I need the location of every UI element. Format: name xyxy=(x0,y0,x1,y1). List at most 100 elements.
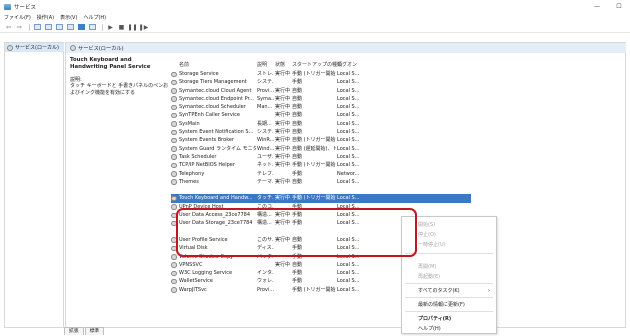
menu-action[interactable]: 操作(A) xyxy=(37,14,54,21)
cell-startup-type: 自動 xyxy=(292,178,303,185)
cell-logon: Local S... xyxy=(337,129,360,136)
column-header-startup-type[interactable]: スタートアップの種類 xyxy=(292,61,342,68)
cell-startup-type: 手動 (トリガー開始) xyxy=(292,286,336,293)
cell-startup-type: 自動 xyxy=(292,104,303,111)
properties-icon[interactable] xyxy=(44,23,53,31)
cell-name: Touch Keyboard and Handw... xyxy=(179,195,253,202)
tab-standard[interactable]: 標準 xyxy=(84,327,105,335)
table-row[interactable]: Themes テーマ...実行中自動 Local S... xyxy=(171,178,471,186)
gear-icon xyxy=(171,262,177,268)
cell-logon: Local S... xyxy=(337,120,360,127)
table-row[interactable]: Storage Tiers Management システ... 手動 Local S.… xyxy=(171,78,471,86)
cell-name: TCP/IP NetBIOS Helper xyxy=(179,162,235,169)
cell-description: 長期... xyxy=(257,120,272,127)
restart-service-icon[interactable]: ❚▶ xyxy=(139,23,149,31)
gear-icon xyxy=(171,104,177,111)
table-row[interactable]: TCP/IP NetBIOS Helper ネット...実行中手動 (トリガー開始… xyxy=(171,161,471,169)
pause-service-icon[interactable]: ❚❚ xyxy=(127,23,137,31)
table-row[interactable]: Storage Service ストレ...実行中手動 (トリガー開始)Local… xyxy=(171,70,471,78)
table-row[interactable]: System Event Notification S...システ...実行中自… xyxy=(171,128,471,136)
export-list-icon[interactable] xyxy=(66,23,75,31)
minimize-button[interactable]: — xyxy=(586,0,608,13)
table-row[interactable]: Symantec.cloud Scheduler Man... 実行中 自動 Local… xyxy=(171,103,471,111)
cell-logon: Local S... xyxy=(337,112,360,119)
column-header-name[interactable]: 名前 xyxy=(179,61,189,68)
cell-name: System Guard ランタイム モニタ... xyxy=(179,145,256,152)
column-header-status[interactable]: 状態 xyxy=(275,61,285,68)
menu-view[interactable]: 表示(V) xyxy=(60,14,77,21)
gear-icon xyxy=(171,121,177,127)
cell-description: タッチ... xyxy=(257,195,274,202)
cell-description: Man... xyxy=(257,104,273,111)
cell-description: テーマ... xyxy=(257,178,274,185)
cell-startup-type: 自動 xyxy=(292,129,303,136)
show-pane-icon[interactable] xyxy=(88,23,97,31)
cell-logon: Networ... xyxy=(337,170,360,177)
table-row[interactable]: Task Scheduler ユーザ...実行中自動 Local S... xyxy=(171,153,471,161)
menu-file[interactable]: ファイル(F) xyxy=(4,14,31,21)
table-row[interactable]: SynTPEnh Caller Service 実行中 自動 Local S... xyxy=(171,111,471,119)
menu-item-properties[interactable]: プロパティ(R) xyxy=(402,315,496,323)
menu-item-all-tasks[interactable]: すべてのタスク(K) › xyxy=(402,287,496,295)
services-app-icon xyxy=(4,3,11,10)
maximize-button[interactable]: ☐ xyxy=(608,0,630,13)
cell-startup-type: 自動 xyxy=(292,261,303,268)
table-row[interactable]: System Guard ランタイム モニタ... Wind... 実行中 自動 (遅… xyxy=(171,145,471,153)
cell-logon: Local S... xyxy=(337,270,360,277)
gear-icon xyxy=(171,179,177,185)
cell-name: SysMain xyxy=(179,120,200,127)
cell-startup-type: 自動 (トリガー開始) xyxy=(292,137,336,144)
column-header-description[interactable]: 説明 xyxy=(257,61,267,68)
services-pane: サービス(ローカル) Touch Keyboard and Handwritin… xyxy=(65,42,626,328)
column-header-logon[interactable]: ログオン xyxy=(337,61,357,68)
cell-name: Themes xyxy=(179,178,199,185)
cell-description: インタ... xyxy=(257,270,274,277)
table-row[interactable] xyxy=(171,186,471,194)
gear-icon xyxy=(171,162,177,169)
console-tree-icon[interactable] xyxy=(33,23,42,31)
window-title: サービス xyxy=(14,4,37,11)
help-icon[interactable] xyxy=(77,23,86,31)
cell-description: ウォレ... xyxy=(257,278,274,285)
table-row[interactable]: Symantec.cloud Endpoint Pr... Syma... 実行中自… xyxy=(171,95,471,103)
cell-startup-type: 手動 xyxy=(292,270,303,277)
cell-logon: Local S... xyxy=(337,261,360,268)
gear-icon xyxy=(171,71,177,77)
gear-icon xyxy=(171,96,177,102)
table-row[interactable]: System Events Broker WinR... 実行中 自動 (トリガー開始… xyxy=(171,136,471,144)
window-controls: — ☐ xyxy=(586,0,630,13)
tab-extended[interactable]: 拡張 xyxy=(64,327,84,335)
cell-startup-type: 自動 xyxy=(292,153,303,160)
table-row[interactable]: Symantec.cloud Cloud Agent Provi... 実行中 自動 L… xyxy=(171,87,471,95)
menu-item-resume[interactable]: 再開(M) xyxy=(402,263,496,271)
menu-item-refresh[interactable]: 最新の情報に更新(F) xyxy=(402,301,496,309)
menu-item-label: すべてのタスク(K) xyxy=(418,288,460,294)
cell-description: Syma... xyxy=(257,95,274,102)
cell-description: Provi... xyxy=(257,87,274,94)
cell-description: Provi... xyxy=(257,286,274,293)
cell-startup-type: 手動 (トリガー開始) xyxy=(292,195,336,202)
forward-icon[interactable]: ⇨ xyxy=(15,23,24,31)
cell-startup-type: 自動 xyxy=(292,87,303,94)
table-row[interactable]: Telephony テレフ... 手動 Networ... xyxy=(171,170,471,178)
tree-item-services-local[interactable]: サービス(ローカル) xyxy=(5,43,64,52)
table-row-selected[interactable]: Touch Keyboard and Handw... タッチ...実行中手動 (… xyxy=(171,194,471,203)
cell-logon: Local S... xyxy=(337,137,360,144)
back-icon[interactable]: ⇦ xyxy=(4,23,13,31)
gear-icon xyxy=(171,287,177,293)
cell-logon: Local S... xyxy=(337,104,360,111)
gear-icon xyxy=(171,154,177,160)
cell-logon: Local S... xyxy=(337,145,360,152)
refresh-icon[interactable] xyxy=(55,23,64,31)
table-row[interactable]: SysMain 長期... 実行中 自動 Local S... xyxy=(171,120,471,128)
gear-icon xyxy=(171,88,177,94)
cell-name: Storage Service xyxy=(179,71,219,77)
menu-help[interactable]: ヘルプ(H) xyxy=(83,14,106,21)
start-service-icon[interactable]: ▶ xyxy=(106,23,115,31)
menu-item-restart[interactable]: 再起動(E) xyxy=(402,273,496,281)
menu-separator xyxy=(405,253,493,254)
cell-name: WarpJITSvc xyxy=(179,286,207,293)
cell-name: System Event Notification S... xyxy=(179,129,254,136)
cell-status: 実行中 xyxy=(275,195,291,202)
stop-service-icon[interactable]: ■ xyxy=(117,23,126,31)
